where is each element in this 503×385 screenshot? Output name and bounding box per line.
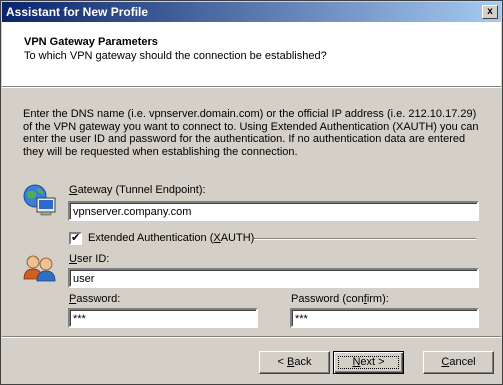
password-confirm-label: Password (confirm): bbox=[291, 293, 389, 305]
cancel-button[interactable]: Cancel bbox=[423, 351, 494, 374]
close-icon[interactable]: x bbox=[482, 5, 498, 19]
xauth-checkbox[interactable]: ✔ bbox=[69, 232, 82, 245]
wizard-dialog: Assistant for New Profile x VPN Gateway … bbox=[0, 0, 503, 385]
focus-rect bbox=[338, 356, 399, 369]
gateway-label: Gateway (Tunnel Endpoint): bbox=[69, 184, 206, 196]
next-button[interactable]: Next > bbox=[333, 351, 404, 374]
gateway-field[interactable]: vpnserver.company.com bbox=[68, 201, 479, 221]
description-text: Enter the DNS name (i.e. vpnserver.domai… bbox=[23, 108, 479, 158]
page-title: VPN Gateway Parameters bbox=[24, 36, 158, 48]
network-computer-icon bbox=[22, 183, 58, 219]
xauth-group-divider bbox=[254, 238, 476, 240]
back-button[interactable]: < Back bbox=[259, 351, 330, 374]
wizard-header: VPN Gateway Parameters To which VPN gate… bbox=[2, 22, 501, 86]
title-bar[interactable]: Assistant for New Profile x bbox=[2, 2, 501, 22]
window-title: Assistant for New Profile bbox=[6, 5, 149, 19]
user-id-label: User ID: bbox=[69, 253, 110, 265]
footer-divider bbox=[2, 336, 501, 338]
password-label: Password: bbox=[69, 293, 121, 305]
users-icon bbox=[22, 253, 58, 283]
header-divider bbox=[2, 86, 501, 88]
xauth-label[interactable]: Extended Authentication (XAUTH) bbox=[88, 232, 254, 244]
password-field[interactable]: *** bbox=[68, 308, 258, 328]
user-id-field[interactable]: user bbox=[68, 268, 479, 288]
password-confirm-field[interactable]: *** bbox=[290, 308, 479, 328]
page-subtitle: To which VPN gateway should the connecti… bbox=[24, 50, 327, 62]
